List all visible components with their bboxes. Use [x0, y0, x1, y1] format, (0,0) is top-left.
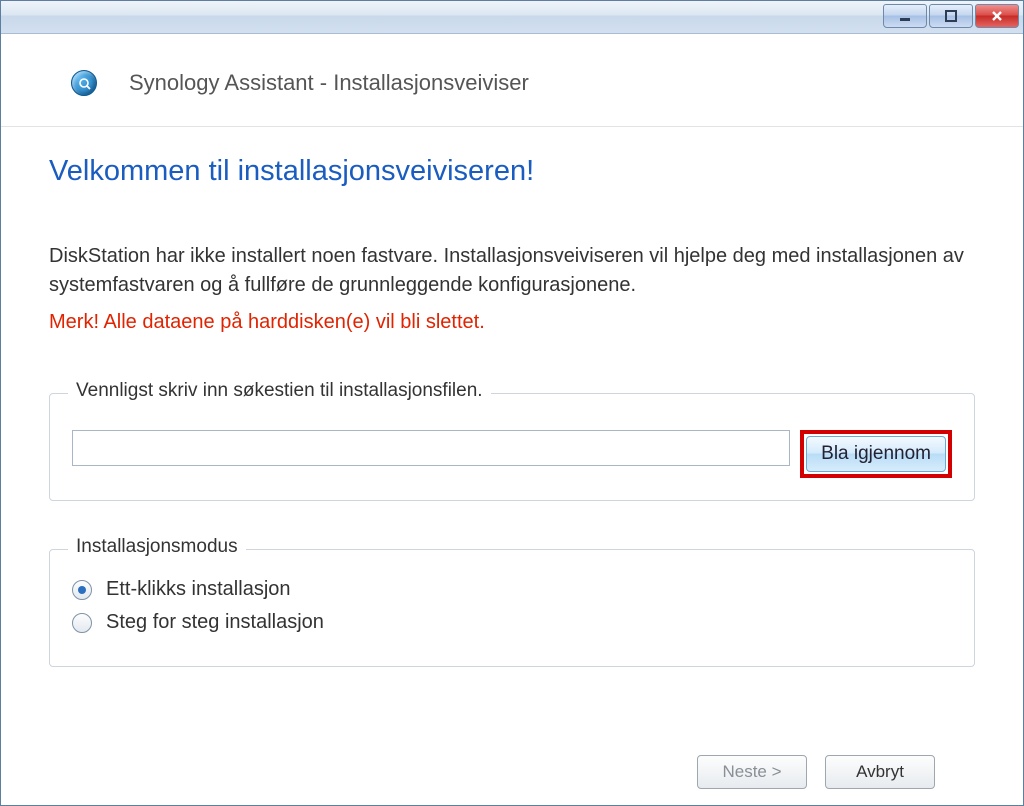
app-title: Synology Assistant - Installasjonsveivis…	[129, 70, 529, 96]
browse-button[interactable]: Bla igjennom	[806, 436, 946, 472]
maximize-icon	[944, 9, 958, 23]
close-icon	[990, 9, 1004, 23]
wizard-footer: Neste > Avbryt	[49, 739, 975, 805]
installation-wizard-window: Synology Assistant - Installasjonsveivis…	[0, 0, 1024, 806]
close-button[interactable]	[975, 4, 1019, 28]
install-mode-legend: Installasjonsmodus	[68, 536, 246, 558]
synology-logo-icon	[71, 70, 97, 96]
cancel-button[interactable]: Avbryt	[825, 755, 935, 789]
browse-highlight: Bla igjennom	[800, 430, 952, 478]
install-file-row: Bla igjennom	[72, 430, 952, 478]
maximize-button[interactable]	[929, 4, 973, 28]
warning-text: Merk! Alle dataene på harddisken(e) vil …	[49, 308, 975, 337]
wizard-body: Synology Assistant - Installasjonsveivis…	[1, 34, 1023, 805]
minimize-icon	[898, 9, 912, 23]
radio-icon	[72, 580, 92, 600]
wizard-header: Synology Assistant - Installasjonsveivis…	[1, 34, 1023, 126]
install-mode-group: Installasjonsmodus Ett-klikks installasj…	[49, 549, 975, 667]
mode-option-one-click[interactable]: Ett-klikks installasjon	[72, 578, 952, 601]
content-area: Velkommen til installasjonsveiviseren! D…	[1, 126, 1023, 805]
minimize-button[interactable]	[883, 4, 927, 28]
mode-option-step[interactable]: Steg for steg installasjon	[72, 611, 952, 634]
radio-icon	[72, 613, 92, 633]
mode-option-one-click-label: Ett-klikks installasjon	[106, 578, 291, 601]
mode-option-step-label: Steg for steg installasjon	[106, 611, 324, 634]
description-text: DiskStation har ikke installert noen fas…	[49, 242, 975, 300]
install-file-group: Vennligst skriv inn søkestien til instal…	[49, 393, 975, 501]
next-button[interactable]: Neste >	[697, 755, 807, 789]
install-file-legend: Vennligst skriv inn søkestien til instal…	[68, 380, 491, 402]
titlebar	[1, 1, 1023, 34]
page-title: Velkommen til installasjonsveiviseren!	[49, 155, 975, 188]
install-path-input[interactable]	[72, 430, 790, 466]
